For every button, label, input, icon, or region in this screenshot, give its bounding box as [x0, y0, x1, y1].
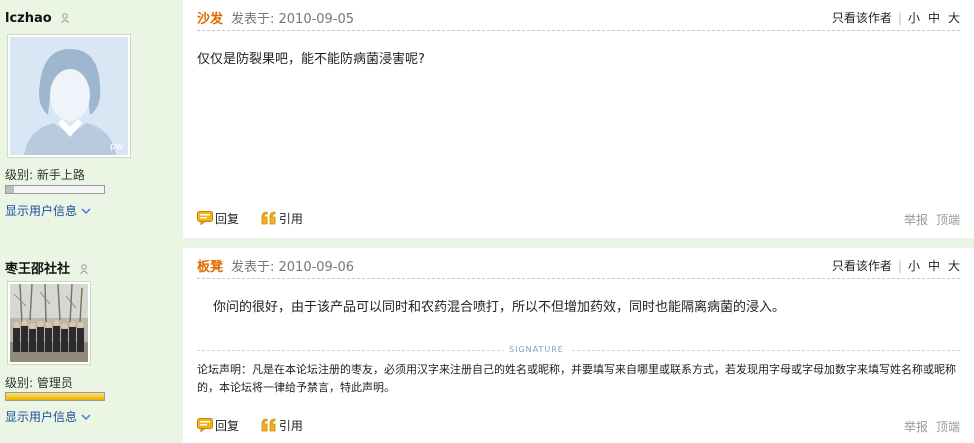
- post-body: 沙发 发表于: 2010-09-05 只看该作者 | 小中大 仅仅是防裂果吧，能不能…: [183, 0, 974, 238]
- username-text[interactable]: 枣王邵社社: [5, 262, 70, 277]
- level-progress-bar: [5, 392, 105, 401]
- username[interactable]: lczhao: [5, 11, 70, 26]
- signature-divider: [197, 350, 960, 351]
- post-header-tools: 只看该作者 | 小中大: [832, 257, 960, 274]
- post-content: 你问的很好，由于该产品可以同时和农药混合喷打，所以不但增加药效，同时也能隔离病菌…: [213, 300, 786, 315]
- user-sidebar: 枣王邵社社 级别: 管理员 显示用户信息: [0, 248, 180, 443]
- quote-label[interactable]: 引用: [279, 419, 303, 433]
- show-user-info-text[interactable]: 显示用户信息: [5, 410, 77, 424]
- font-medium-button[interactable]: 中: [928, 11, 940, 25]
- signature-tag: SIGNATURE: [503, 345, 570, 354]
- username[interactable]: 枣王邵社社: [5, 258, 88, 277]
- quote-icon: [261, 211, 277, 228]
- report-link[interactable]: 举报: [904, 420, 928, 434]
- reply-icon: [197, 418, 213, 435]
- post-date: 发表于: 2010-09-06: [231, 260, 355, 275]
- post-tail-links: 举报 顶端: [896, 211, 960, 228]
- only-author-link[interactable]: 只看该作者: [832, 259, 892, 273]
- post-header: 板凳 发表于: 2010-09-06 只看该作者 | 小中大: [197, 248, 960, 279]
- show-user-info-link[interactable]: 显示用户信息: [5, 408, 91, 425]
- floor-label: 板凳: [197, 260, 224, 275]
- reply-icon: [197, 211, 213, 228]
- chevron-down-icon[interactable]: [81, 410, 91, 424]
- floor-label: 沙发: [197, 12, 224, 27]
- reply-button[interactable]: 回复: [197, 417, 239, 435]
- divider: |: [897, 11, 902, 25]
- post-actions: 回复 引用: [197, 417, 321, 435]
- post-header: 沙发 发表于: 2010-09-05 只看该作者 | 小中大: [197, 0, 960, 31]
- post-tail-links: 举报 顶端: [896, 418, 960, 435]
- level-progress-bar: [5, 185, 105, 194]
- font-small-button[interactable]: 小: [908, 11, 920, 25]
- show-user-info-link[interactable]: 显示用户信息: [5, 202, 91, 219]
- quote-button[interactable]: 引用: [261, 210, 303, 228]
- divider: |: [897, 259, 902, 273]
- group-photo-avatar: [10, 283, 88, 362]
- font-large-button[interactable]: 大: [948, 11, 960, 25]
- only-author-link[interactable]: 只看该作者: [832, 11, 892, 25]
- level-progress-fill: [6, 186, 14, 193]
- report-link[interactable]: 举报: [904, 213, 928, 227]
- reply-button[interactable]: 回复: [197, 210, 239, 228]
- level-progress-fill: [6, 393, 104, 400]
- chevron-down-icon[interactable]: [81, 204, 91, 218]
- post-separator: [0, 238, 974, 248]
- user-level: 级别: 管理员: [5, 376, 73, 390]
- user-sidebar: lczhao pw 级别: 新手上路 显示用户信息: [0, 0, 180, 238]
- reply-label[interactable]: 回复: [215, 419, 239, 433]
- quote-icon: [261, 418, 277, 435]
- post-actions: 回复 引用: [197, 210, 321, 228]
- user-level: 级别: 新手上路: [5, 168, 85, 182]
- font-small-button[interactable]: 小: [908, 259, 920, 273]
- post-body: 板凳 发表于: 2010-09-06 只看该作者 | 小中大 你问的很好，由于该产品…: [183, 248, 974, 443]
- avatar[interactable]: pw: [7, 34, 131, 158]
- post-content: 仅仅是防裂果吧，能不能防病菌浸害呢?: [197, 52, 425, 67]
- back-to-top-link[interactable]: 顶端: [936, 420, 960, 434]
- show-user-info-text[interactable]: 显示用户信息: [5, 204, 77, 218]
- default-avatar-icon: pw: [10, 37, 128, 155]
- font-medium-button[interactable]: 中: [928, 259, 940, 273]
- avatar-watermark: pw: [110, 142, 123, 152]
- signature-notice: 论坛声明：凡是在本论坛注册的枣友，必须用汉字来注册自己的姓名或昵称，并要填写来自…: [197, 363, 956, 394]
- post-2: 枣王邵社社 级别: 管理员 显示用户信息 板凳 发表于: 2010-09-06 …: [0, 248, 974, 443]
- user-gender-icon: [79, 263, 88, 275]
- username-text[interactable]: lczhao: [5, 11, 52, 26]
- avatar[interactable]: [7, 281, 91, 365]
- quote-label[interactable]: 引用: [279, 212, 303, 226]
- post-header-tools: 只看该作者 | 小中大: [832, 9, 960, 26]
- reply-label[interactable]: 回复: [215, 212, 239, 226]
- user-gender-icon: [61, 12, 70, 24]
- quote-button[interactable]: 引用: [261, 417, 303, 435]
- post-1: lczhao pw 级别: 新手上路 显示用户信息 沙发 发表于: 2010-0…: [0, 0, 974, 238]
- back-to-top-link[interactable]: 顶端: [936, 213, 960, 227]
- post-date: 发表于: 2010-09-05: [231, 12, 355, 27]
- font-large-button[interactable]: 大: [948, 259, 960, 273]
